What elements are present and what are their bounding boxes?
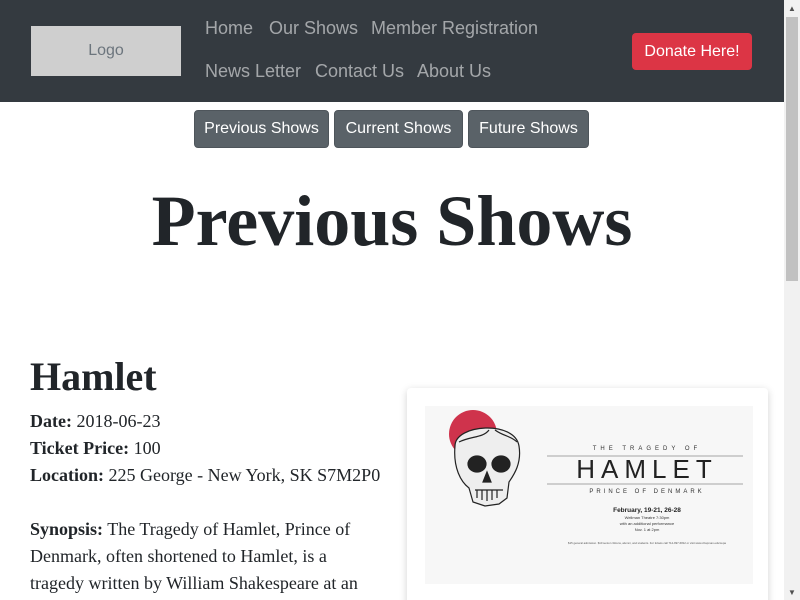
synopsis-label: Synopsis: (30, 519, 104, 539)
date-label: Date: (30, 411, 72, 431)
tab-current-shows[interactable]: Current Shows (334, 110, 463, 148)
vertical-scrollbar[interactable]: ▲ ▼ (784, 0, 800, 600)
logo[interactable]: Logo (31, 26, 181, 76)
show-title: Hamlet (30, 354, 157, 399)
show-price: Ticket Price: 100 (30, 435, 161, 462)
tab-future-shows[interactable]: Future Shows (468, 110, 589, 148)
poster-card: THE TRAGEDY OF HAMLET PRINCE OF DENMARK … (407, 388, 768, 600)
price-label: Ticket Price: (30, 438, 130, 458)
donate-button[interactable]: Donate Here! (632, 33, 752, 70)
scroll-up-arrow-icon[interactable]: ▲ (784, 0, 800, 16)
poster-artwork: THE TRAGEDY OF HAMLET PRINCE OF DENMARK … (425, 406, 753, 584)
nav-link-our-shows[interactable]: Our Shows (269, 18, 358, 39)
nav-link-news-letter[interactable]: News Letter (205, 61, 301, 82)
poster-title: HAMLET (576, 454, 717, 484)
poster-fineprint: $15 general admission. $10 senior citize… (568, 541, 726, 545)
poster-venue: Wellman Theatre 7:30pm (625, 515, 670, 520)
nav-link-contact-us[interactable]: Contact Us (315, 61, 404, 82)
price-value: 100 (133, 438, 161, 458)
nav-link-home[interactable]: Home (205, 18, 253, 39)
show-location: Location: 225 George - New York, SK S7M2… (30, 462, 380, 489)
location-label: Location: (30, 465, 104, 485)
hamlet-poster-image: THE TRAGEDY OF HAMLET PRINCE OF DENMARK … (425, 406, 753, 584)
navbar: Logo Home Our Shows Member Registration … (0, 0, 784, 102)
poster-line1: THE TRAGEDY OF (593, 446, 701, 452)
poster-subtitle: PRINCE OF DENMARK (589, 489, 704, 495)
tab-previous-shows[interactable]: Previous Shows (194, 110, 329, 148)
poster-extra: with an additional performance (620, 521, 675, 526)
poster-extra2: Nov. 1 at 2pm (635, 527, 660, 532)
nav-link-about-us[interactable]: About Us (417, 61, 491, 82)
scrollbar-thumb[interactable] (786, 17, 798, 281)
page-title: Previous Shows (151, 181, 633, 261)
show-date: Date: 2018-06-23 (30, 408, 160, 435)
nav-link-member-registration[interactable]: Member Registration (371, 18, 538, 39)
poster-dates: February, 19-21, 26-28 (613, 507, 681, 514)
location-value: 225 George - New York, SK S7M2P0 (108, 465, 381, 485)
show-synopsis: Synopsis: The Tragedy of Hamlet, Prince … (30, 516, 380, 600)
date-value: 2018-06-23 (76, 411, 161, 431)
scroll-down-arrow-icon[interactable]: ▼ (784, 584, 800, 600)
